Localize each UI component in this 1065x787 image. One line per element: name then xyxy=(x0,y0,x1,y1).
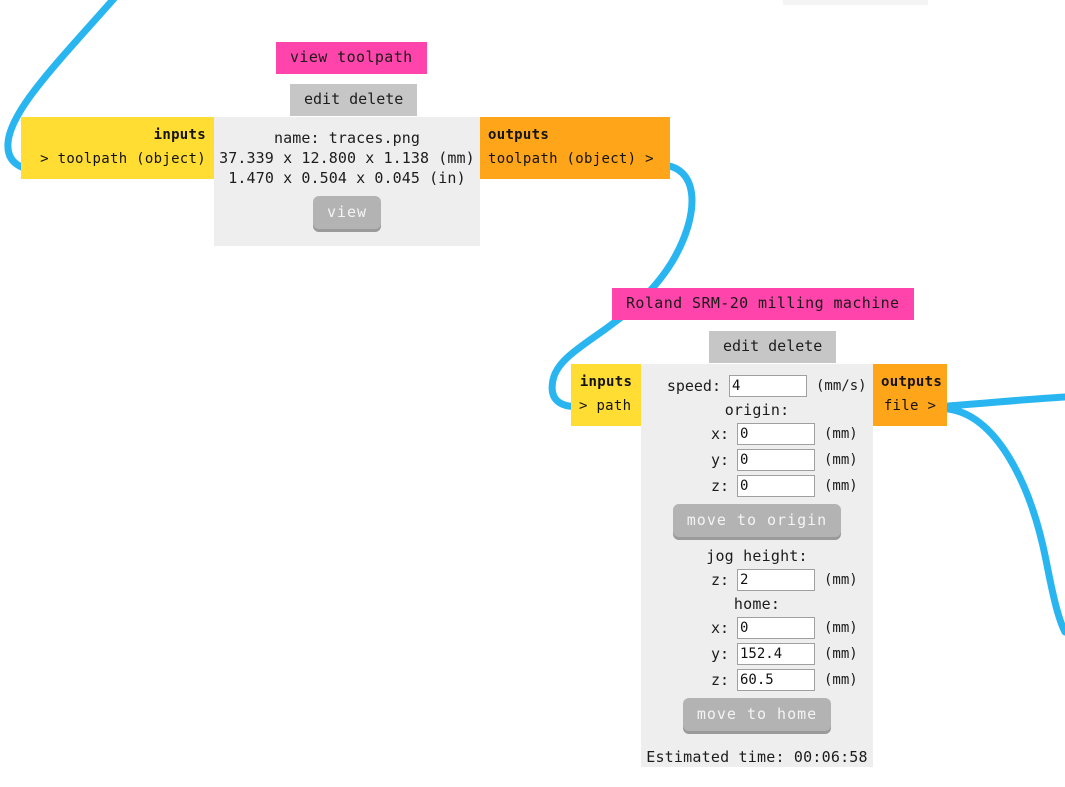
home-x-input[interactable] xyxy=(737,617,815,639)
node-title-view-toolpath[interactable]: view toolpath xyxy=(276,42,427,74)
origin-z-label: z: xyxy=(710,477,729,495)
ports-inputs-header: inputs xyxy=(153,127,206,143)
speed-label: speed: xyxy=(666,377,721,395)
origin-y-label: y: xyxy=(710,451,729,469)
origin-z-unit: (mm) xyxy=(824,478,858,494)
node-actions-view-toolpath[interactable]: edit delete xyxy=(290,84,418,116)
row-origin-z: z: (mm) xyxy=(641,473,873,499)
home-z-label: z: xyxy=(710,671,729,689)
origin-section-label: origin: xyxy=(724,401,790,419)
home-z-input[interactable] xyxy=(737,669,815,691)
origin-x-label: x: xyxy=(710,425,729,443)
row-home-y: y: (mm) xyxy=(641,641,873,667)
row-origin-x: x: (mm) xyxy=(641,421,873,447)
node-toolpath-viewer[interactable]: view toolpath edit delete inputs > toolp… xyxy=(21,0,694,246)
ports-outputs-header: outputs xyxy=(488,127,550,143)
jog-z-unit: (mm) xyxy=(824,572,858,588)
row-move-to-origin: move to origin xyxy=(641,499,873,539)
move-to-home-button[interactable]: move to home xyxy=(682,698,832,731)
row-jog-z: z: (mm) xyxy=(641,567,873,593)
port-output-file[interactable]: file > xyxy=(881,397,939,416)
home-x-label: x: xyxy=(710,619,729,637)
node-body-roland-srm20: speed: (mm/s) origin: x: (mm) y: (mm) z:… xyxy=(641,364,873,767)
ports-outputs-toolpath[interactable]: outputs toolpath (object) > xyxy=(480,117,670,179)
home-y-unit: (mm) xyxy=(824,646,858,662)
wire-file-out-horizontal xyxy=(944,393,1065,410)
port-input-toolpath[interactable]: > toolpath (object) xyxy=(29,150,206,169)
row-origin-y: y: (mm) xyxy=(641,447,873,473)
info-dimensions-mm: 37.339 x 12.800 x 1.138 (mm) xyxy=(219,149,475,167)
wire-file-out-descending xyxy=(944,405,1065,636)
home-z-unit: (mm) xyxy=(824,672,858,688)
node-roland-srm20[interactable]: Roland SRM-20 milling machine edit delet… xyxy=(571,288,962,778)
offscreen-node-fragment xyxy=(783,0,928,5)
speed-input[interactable] xyxy=(729,375,807,397)
origin-y-unit: (mm) xyxy=(824,452,858,468)
port-input-path[interactable]: > path xyxy=(579,397,633,416)
view-button[interactable]: view xyxy=(312,196,382,229)
speed-unit: (mm/s) xyxy=(816,378,867,394)
info-dimensions-in: 1.470 x 0.504 x 0.045 (in) xyxy=(228,169,466,187)
origin-z-input[interactable] xyxy=(737,475,815,497)
node-title-roland-srm20[interactable]: Roland SRM-20 milling machine xyxy=(612,288,914,320)
ports-inputs-header-roland: inputs xyxy=(579,374,633,390)
estimated-time-label: Estimated time: 00:06:58 xyxy=(646,748,868,766)
row-home-x: x: (mm) xyxy=(641,615,873,641)
row-move-to-home: move to home xyxy=(641,693,873,733)
ports-outputs-header-roland: outputs xyxy=(881,374,943,390)
info-name: name: traces.png xyxy=(273,129,421,147)
home-y-label: y: xyxy=(710,645,729,663)
ports-inputs-roland[interactable]: inputs > path xyxy=(571,364,641,426)
port-output-toolpath[interactable]: toolpath (object) > xyxy=(488,150,662,169)
ports-outputs-roland[interactable]: outputs file > xyxy=(873,364,947,426)
node-actions-roland-srm20[interactable]: edit delete xyxy=(709,331,837,363)
move-to-origin-button[interactable]: move to origin xyxy=(672,504,842,537)
origin-x-input[interactable] xyxy=(737,423,815,445)
origin-y-input[interactable] xyxy=(737,449,815,471)
jog-z-label: z: xyxy=(710,571,729,589)
ports-inputs-toolpath[interactable]: inputs > toolpath (object) xyxy=(21,117,214,179)
home-y-input[interactable] xyxy=(737,643,815,665)
row-speed: speed: (mm/s) xyxy=(641,373,873,399)
row-home-z: z: (mm) xyxy=(641,667,873,693)
home-x-unit: (mm) xyxy=(824,620,858,636)
home-section-label: home: xyxy=(733,595,781,613)
origin-x-unit: (mm) xyxy=(824,426,858,442)
node-body-toolpath: name: traces.png 37.339 x 12.800 x 1.138… xyxy=(214,117,480,246)
jog-height-section-label: jog height: xyxy=(706,547,808,565)
jog-z-input[interactable] xyxy=(737,569,815,591)
